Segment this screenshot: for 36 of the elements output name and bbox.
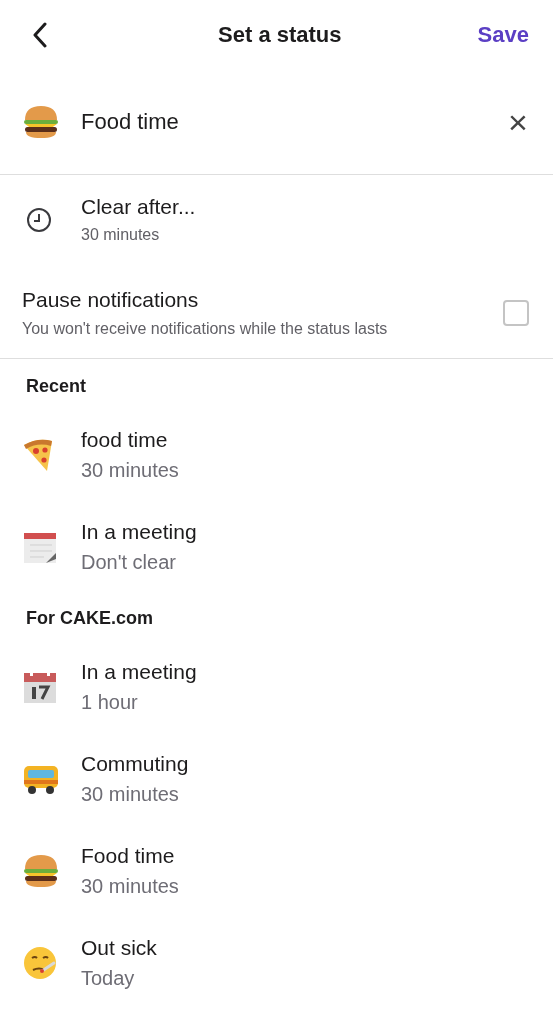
section-heading: Recent <box>25 375 88 398</box>
status-option-duration: 30 minutes <box>81 783 180 806</box>
status-option-title: In a meeting <box>81 660 197 684</box>
status-option[interactable]: In a meeting Don't clear <box>0 499 553 591</box>
page-title: Set a status <box>218 22 342 48</box>
status-option[interactable]: In a meeting 1 hour <box>0 639 553 731</box>
status-option-title: food time <box>81 428 169 452</box>
status-option[interactable]: food time 30 minutes <box>0 407 553 499</box>
face-with-thermometer-icon <box>22 945 58 981</box>
clear-after-row[interactable]: Clear after... 30 minutes <box>0 175 553 258</box>
status-option-title: Out sick <box>81 936 157 960</box>
status-option-duration: 1 hour <box>81 691 139 714</box>
pizza-slice-icon <box>22 437 54 473</box>
status-option-duration: Today <box>81 967 136 990</box>
status-option-title: Commuting <box>81 752 189 776</box>
burger-icon <box>22 104 60 140</box>
pause-notifications-hint: You won't receive notifications while the status lasts <box>22 320 388 338</box>
section-heading: For CAKE.com <box>25 607 154 630</box>
status-option-title: Food time <box>81 844 176 868</box>
clear-after-value: 30 minutes <box>81 226 161 244</box>
status-text[interactable]: Food time <box>81 109 503 135</box>
clear-status-button[interactable]: × <box>503 105 533 139</box>
burger-icon <box>22 853 60 889</box>
pause-notifications-label: Pause notifications <box>22 288 200 312</box>
clock-icon <box>26 206 52 233</box>
back-chevron-icon <box>32 22 48 48</box>
save-button[interactable]: Save <box>477 22 529 48</box>
status-option-duration: 30 minutes <box>81 875 179 898</box>
status-option[interactable]: Commuting 30 minutes <box>0 731 553 823</box>
status-option-title: In a meeting <box>81 520 197 544</box>
status-option-duration: Don't clear <box>81 551 177 574</box>
status-option[interactable]: Food time 30 minutes <box>0 823 553 915</box>
clear-after-label: Clear after... <box>81 195 196 219</box>
pause-notifications-checkbox[interactable] <box>503 300 529 326</box>
status-option[interactable]: Out sick Today <box>0 915 553 1007</box>
status-option-duration: 30 minutes <box>81 459 179 482</box>
